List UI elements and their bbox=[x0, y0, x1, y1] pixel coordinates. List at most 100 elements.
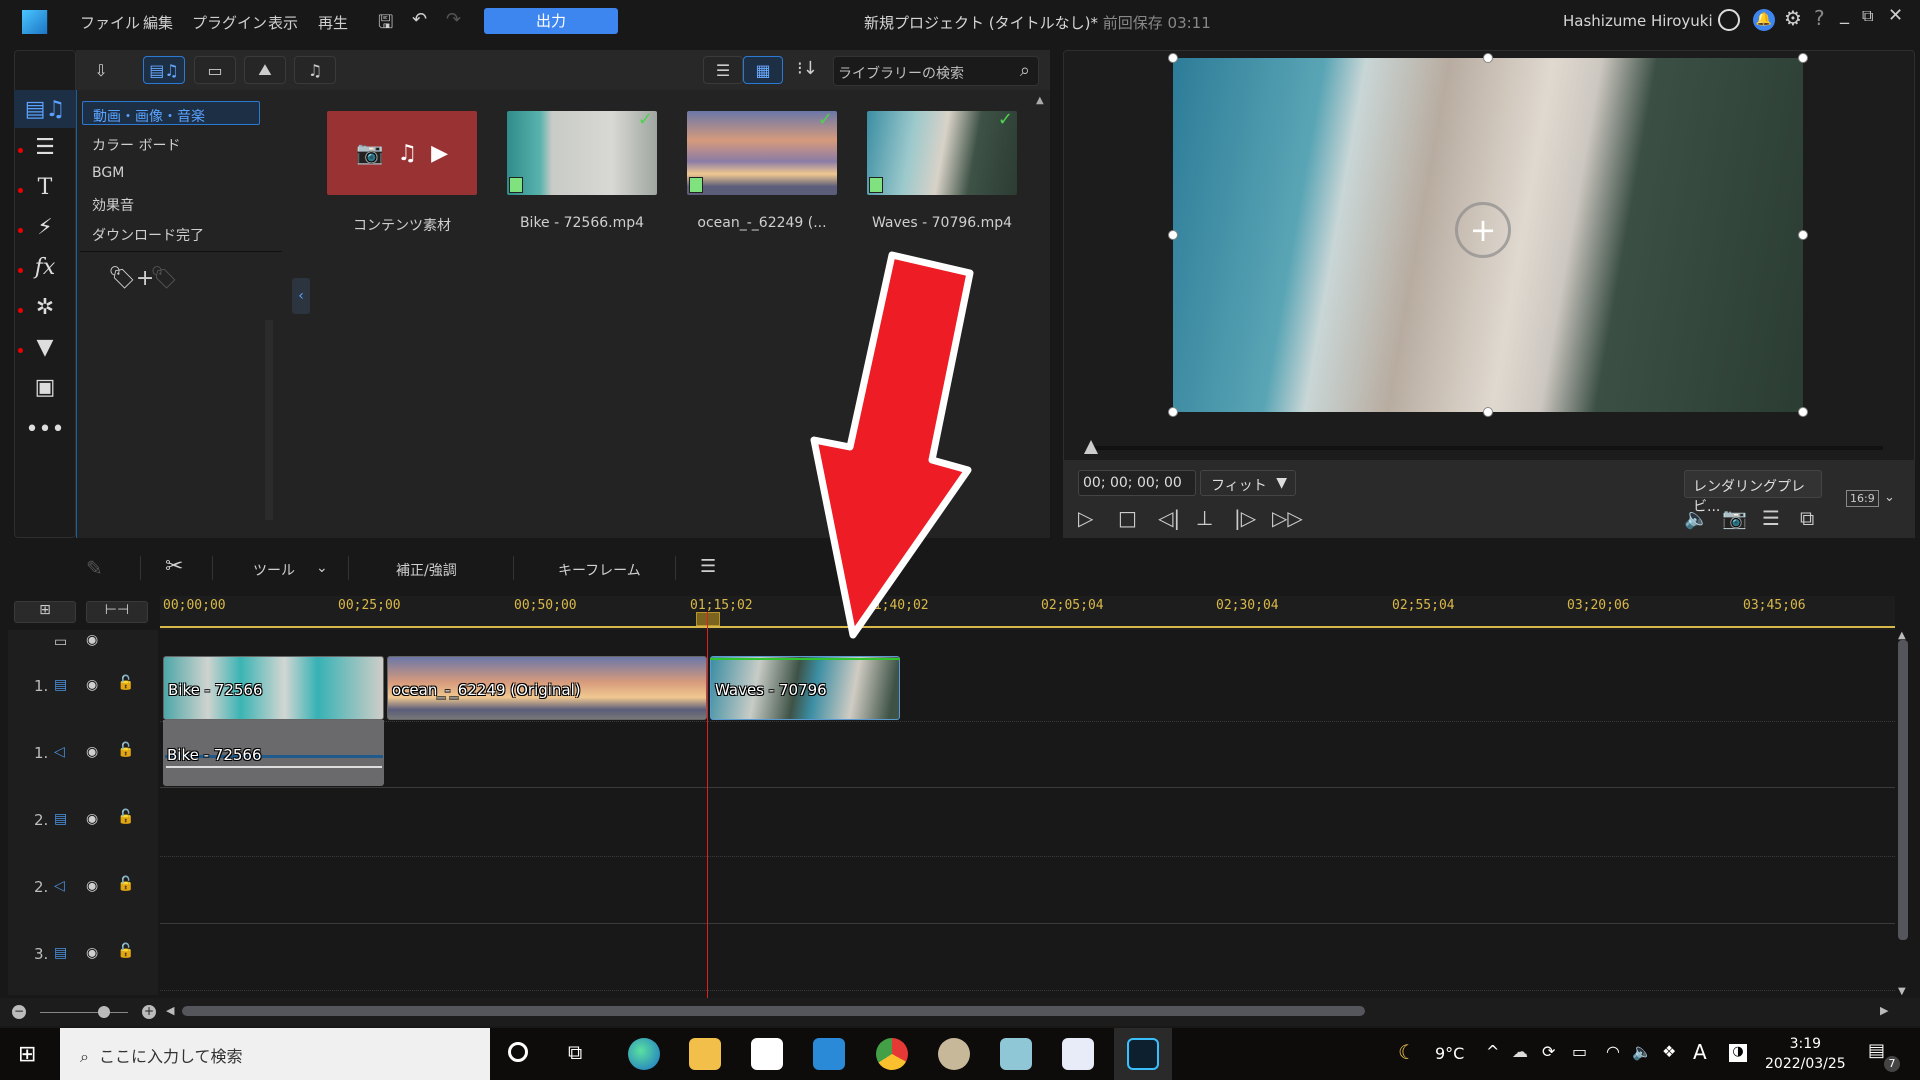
scroll-down-arrow[interactable]: ▼ bbox=[1898, 986, 1906, 997]
settings-gear-icon[interactable]: ⚙ bbox=[1784, 6, 1802, 30]
sync-icon[interactable]: ⟳ bbox=[1542, 1042, 1555, 1061]
next-frame-icon[interactable]: |▷ bbox=[1234, 506, 1256, 530]
tools-menu[interactable]: ツール bbox=[253, 560, 295, 580]
fast-forward-icon[interactable]: ▷▷ bbox=[1272, 506, 1303, 530]
category-sound-effects[interactable]: 効果音 bbox=[82, 191, 260, 215]
edge-browser-icon[interactable] bbox=[628, 1038, 660, 1070]
battery-icon[interactable]: ▭ bbox=[1572, 1042, 1587, 1061]
taskbar-search-box[interactable]: ⌕ ここに入力して検索 bbox=[60, 1028, 490, 1080]
media-thumb-waves[interactable]: ✓ bbox=[867, 111, 1017, 195]
library-search-input[interactable]: ライブラリーの検索 ⌕ bbox=[833, 56, 1039, 86]
timecode-display[interactable]: 00; 00; 00; 00 bbox=[1078, 470, 1196, 496]
volume-icon[interactable]: 🔈 bbox=[1684, 506, 1709, 530]
close-icon[interactable]: ✕ bbox=[1888, 5, 1903, 26]
fit-dropdown[interactable]: フィット ▼ bbox=[1200, 470, 1296, 496]
timeline-clip-ocean[interactable]: ocean_-_62249 (Original) bbox=[387, 656, 707, 720]
save-icon[interactable]: 🖫 bbox=[378, 10, 393, 40]
fit-timeline-icon[interactable]: ⊢⊣ bbox=[86, 601, 148, 623]
filter-audio-icon[interactable]: ♫ bbox=[294, 56, 336, 84]
minimize-icon[interactable]: _ bbox=[1840, 4, 1849, 25]
split-scissors-icon[interactable]: ✂ bbox=[165, 554, 183, 579]
scroll-right-arrow[interactable]: ▶ bbox=[1880, 1004, 1888, 1017]
zoom-slider-track[interactable] bbox=[40, 1012, 128, 1013]
category-color-board[interactable]: カラー ボード bbox=[82, 131, 260, 155]
zoom-out-icon[interactable]: − bbox=[12, 1005, 26, 1019]
list-view-icon[interactable]: ☰ bbox=[703, 56, 743, 84]
category-media[interactable]: 動画・画像・音楽 bbox=[82, 101, 260, 125]
previous-frame-icon[interactable]: ◁| bbox=[1158, 506, 1180, 530]
render-preview-button[interactable]: レンダリングプレビ... bbox=[1684, 470, 1822, 515]
track-manager-icon[interactable]: ⊞ bbox=[14, 601, 76, 623]
account-icon[interactable] bbox=[1718, 9, 1740, 31]
app-tray-icon[interactable]: ◑ bbox=[1729, 1044, 1747, 1062]
visibility-eye-icon[interactable]: ◉ bbox=[86, 878, 98, 894]
volume-line[interactable] bbox=[166, 766, 382, 768]
visibility-eye-icon[interactable]: ◉ bbox=[86, 677, 98, 693]
onedrive-cloud-icon[interactable]: ☁ bbox=[1512, 1042, 1528, 1061]
visibility-eye-icon[interactable]: ◉ bbox=[86, 744, 98, 760]
unlock-icon[interactable]: 🔓 bbox=[117, 742, 134, 758]
mail-icon[interactable] bbox=[813, 1038, 845, 1070]
timeline-clip-waves-selected[interactable]: Waves - 70796 bbox=[710, 656, 900, 720]
collapse-panel-button[interactable]: ‹ bbox=[292, 278, 310, 314]
correction-enhance-button[interactable]: 補正/強調 bbox=[396, 560, 457, 580]
cortana-icon[interactable] bbox=[508, 1042, 528, 1062]
subtitle-list-icon[interactable]: ☰ bbox=[1762, 506, 1780, 530]
mark-icon[interactable]: ⊥ bbox=[1196, 506, 1213, 530]
pip-room-icon[interactable]: ✲ bbox=[16, 288, 74, 326]
help-icon[interactable]: ? bbox=[1814, 6, 1825, 30]
zoom-slider-handle[interactable] bbox=[98, 1006, 110, 1018]
ime-indicator[interactable]: A bbox=[1693, 1040, 1707, 1064]
seek-slider-handle[interactable] bbox=[1084, 440, 1098, 454]
play-icon[interactable]: ▷ bbox=[1078, 506, 1093, 530]
unlock-icon[interactable]: 🔓 bbox=[117, 809, 134, 825]
sort-icon[interactable]: ⁝↓ bbox=[797, 58, 818, 79]
menu-plugin[interactable]: プラグイン bbox=[192, 12, 267, 33]
menu-playback[interactable]: 再生 bbox=[318, 12, 348, 33]
content-store-tile[interactable]: 📷 ♫ ▶ bbox=[327, 111, 477, 195]
unlock-icon[interactable]: 🔓 bbox=[117, 943, 134, 959]
weather-temperature[interactable]: 9°C bbox=[1435, 1044, 1464, 1063]
resize-handle[interactable] bbox=[1798, 407, 1808, 417]
resize-handle[interactable] bbox=[1168, 53, 1178, 63]
wifi-icon[interactable]: ◠ bbox=[1606, 1042, 1620, 1061]
speaker-icon[interactable]: 🔈 bbox=[1632, 1042, 1652, 1061]
resize-handle[interactable] bbox=[1798, 230, 1808, 240]
menu-edit[interactable]: 編集 bbox=[143, 12, 173, 33]
menu-view[interactable]: 表示 bbox=[268, 12, 298, 33]
unlock-icon[interactable]: 🔓 bbox=[117, 876, 134, 892]
export-button[interactable]: 出力 bbox=[484, 8, 618, 34]
grid-view-icon[interactable]: ▦ bbox=[743, 56, 783, 84]
unlock-icon[interactable]: 🔓 bbox=[117, 675, 134, 691]
timeline-vertical-scrollbar[interactable] bbox=[1898, 640, 1908, 940]
action-center-icon[interactable]: ▤ bbox=[1868, 1040, 1885, 1061]
menu-file[interactable]: ファイル bbox=[80, 12, 140, 33]
category-scrollbar[interactable] bbox=[265, 320, 273, 520]
aspect-ratio-button[interactable]: 16:9 bbox=[1846, 490, 1879, 507]
timeline-horizontal-scrollbar[interactable] bbox=[182, 1006, 1365, 1016]
timeline-clip-bike-video[interactable]: Bike - 72566 bbox=[163, 656, 384, 720]
fx-room-icon[interactable]: fx bbox=[16, 248, 74, 286]
paint-icon[interactable] bbox=[938, 1038, 970, 1070]
undo-icon[interactable]: ↶ bbox=[412, 9, 427, 30]
template-room-icon[interactable]: ☰ bbox=[16, 128, 74, 166]
task-view-icon[interactable]: ⧉ bbox=[568, 1040, 582, 1064]
import-media-icon[interactable]: ⇩ bbox=[80, 56, 122, 84]
redo-icon[interactable]: ↷ bbox=[446, 9, 461, 30]
edit-pen-icon[interactable]: ✎ bbox=[86, 556, 103, 580]
resize-handle[interactable] bbox=[1483, 53, 1493, 63]
filter-image-icon[interactable]: ⛰ bbox=[244, 56, 286, 84]
snapshot-camera-icon[interactable]: 📷 bbox=[1722, 506, 1747, 530]
notepad-icon[interactable] bbox=[1000, 1038, 1032, 1070]
all-visible-eye-icon[interactable]: ◉ bbox=[86, 632, 98, 648]
rotate-move-handle-icon[interactable]: + bbox=[1455, 202, 1511, 258]
media-room-icon[interactable]: ▤♫ bbox=[16, 90, 74, 128]
chevron-down-icon[interactable]: ⌄ bbox=[1884, 490, 1895, 505]
visibility-eye-icon[interactable]: ◉ bbox=[86, 945, 98, 961]
powerdirector-taskbar-icon[interactable] bbox=[1127, 1038, 1159, 1070]
visibility-eye-icon[interactable]: ◉ bbox=[86, 811, 98, 827]
timeline-ruler[interactable] bbox=[160, 596, 1895, 630]
category-downloads[interactable]: ダウンロード完了 bbox=[82, 221, 260, 245]
particle-room-icon[interactable]: ▼ bbox=[16, 328, 74, 366]
app-icon[interactable] bbox=[1062, 1038, 1094, 1070]
